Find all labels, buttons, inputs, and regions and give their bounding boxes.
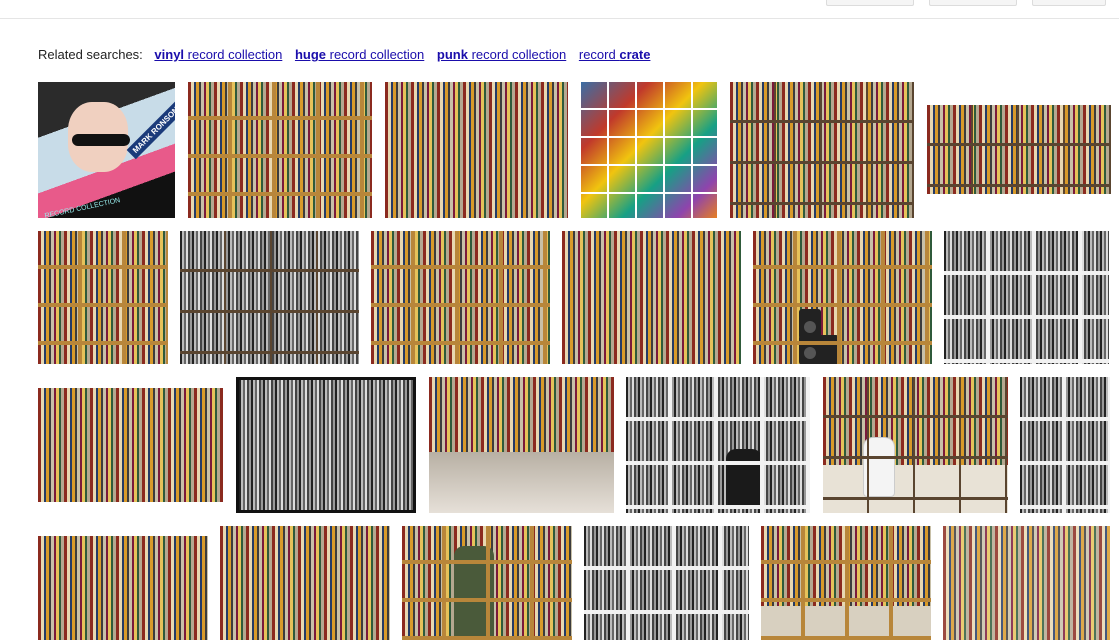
image-result[interactable] (730, 82, 914, 218)
image-result[interactable] (823, 377, 1008, 513)
filter-button[interactable] (929, 0, 1017, 6)
floor-graphic (761, 605, 931, 640)
related-searches: Related searches: vinyl record collectio… (38, 47, 659, 62)
image-result[interactable] (1020, 377, 1110, 513)
image-result[interactable] (581, 82, 717, 218)
album-title: MARK RONSON & THE BUSINESS INTL (126, 82, 175, 160)
image-result[interactable] (626, 377, 810, 513)
person-graphic (863, 437, 895, 497)
related-search-crate[interactable]: record crate (579, 47, 651, 62)
image-result[interactable] (943, 526, 1110, 640)
album-subtitle: RECORD COLLECTION (44, 197, 121, 218)
image-result[interactable]: MARK RONSON & THE BUSINESS INTL RECORD C… (38, 82, 175, 218)
image-result[interactable] (236, 377, 416, 513)
image-result[interactable] (402, 526, 572, 640)
image-result[interactable] (927, 105, 1111, 194)
related-search-punk[interactable]: punk record collection (437, 47, 566, 62)
image-result[interactable] (429, 377, 614, 513)
settings-button[interactable] (1032, 0, 1106, 6)
speaker-graphic (799, 335, 839, 364)
image-result[interactable] (188, 82, 372, 218)
image-result[interactable] (38, 231, 168, 364)
image-result[interactable] (761, 526, 931, 640)
image-result[interactable] (753, 231, 932, 364)
view-toggle-button[interactable] (826, 0, 914, 6)
speaker-graphic (799, 309, 821, 339)
related-searches-label: Related searches: (38, 47, 143, 62)
top-toolbar (0, 0, 1119, 19)
related-search-huge[interactable]: huge record collection (295, 47, 424, 62)
image-result[interactable] (944, 231, 1109, 364)
image-result[interactable] (220, 526, 390, 640)
album-glasses (72, 134, 130, 146)
related-search-vinyl[interactable]: vinyl record collection (154, 47, 282, 62)
image-result[interactable] (38, 388, 223, 502)
image-result[interactable] (38, 536, 208, 640)
image-result[interactable] (385, 82, 568, 218)
image-result[interactable] (371, 231, 550, 364)
person-graphic (454, 546, 494, 640)
image-result[interactable] (584, 526, 749, 640)
image-result[interactable] (562, 231, 741, 364)
image-result[interactable] (180, 231, 359, 364)
person-graphic (726, 449, 762, 509)
floor-graphic (823, 465, 1008, 513)
floor-graphic (429, 451, 614, 513)
